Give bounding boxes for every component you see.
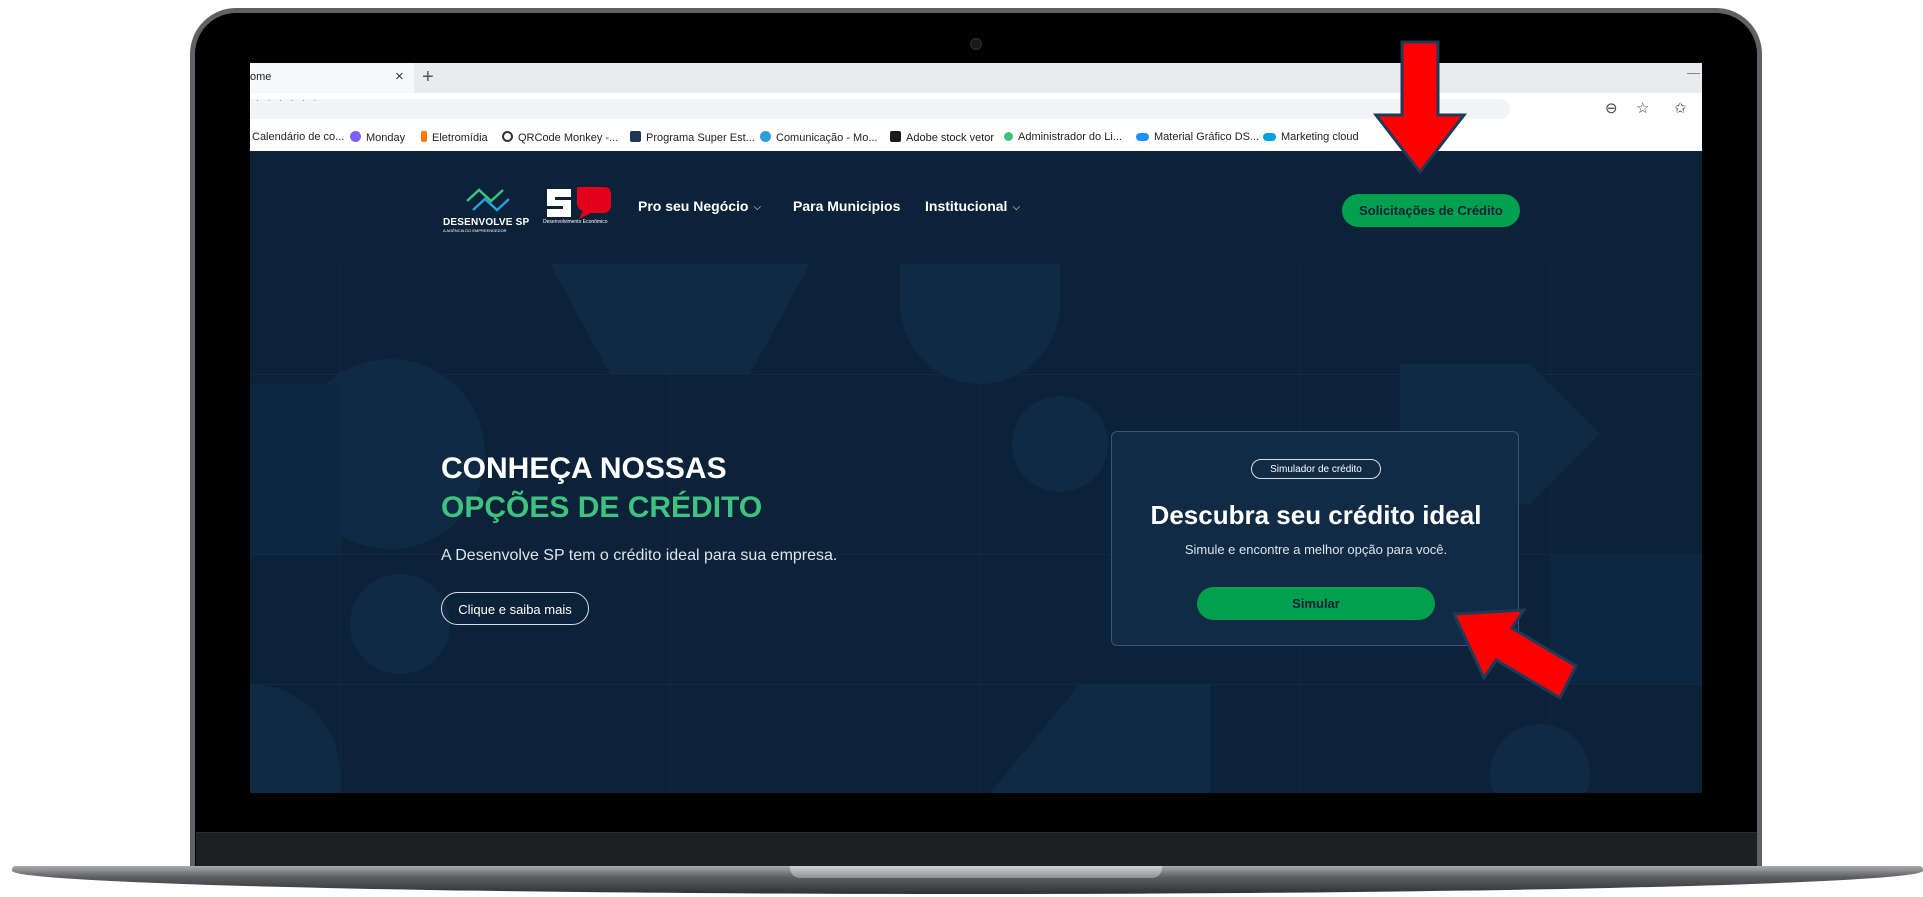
logo-text: DESENVOLVE SP [443, 217, 530, 228]
chevron-down-icon: ⌵ [1012, 202, 1021, 213]
bookmark-qrcode[interactable]: QRCode Monkey -... [502, 131, 618, 144]
minimize-icon[interactable]: — [1687, 65, 1700, 80]
red-arrow-down-icon [1372, 40, 1468, 175]
favorites-list-icon[interactable]: ✩ [1674, 99, 1687, 117]
new-tab-icon[interactable]: + [422, 66, 434, 89]
card-title: Descubra seu crédito ideal [1150, 500, 1482, 530]
bookmark-adobe-stock[interactable]: Adobe stock vetor [890, 131, 994, 144]
address-bar: · · · · · · ⊖ ☆ ✩ [250, 93, 1702, 125]
hero-subtitle: A Desenvolve SP tem o crédito ideal para… [441, 547, 838, 564]
simulator-badge: Simulador de crédito [1251, 459, 1381, 479]
bookmark-calendario[interactable]: Calendário de co... [252, 131, 344, 143]
monday-icon [350, 131, 361, 142]
programa-icon [630, 131, 641, 142]
bookmark-material-grafico[interactable]: Material Gráfico DS... [1136, 131, 1259, 143]
tab-close-icon[interactable]: × [395, 68, 404, 85]
cloud-icon [1136, 133, 1149, 141]
sp-subtitle: Desenvolvimento Econômico [543, 219, 608, 225]
chevron-down-icon: ⌵ [753, 202, 762, 213]
logo-subtitle: A AGÊNCIA DO EMPREENDEDOR [443, 228, 507, 233]
eletromidia-icon [421, 131, 427, 142]
card-text: Simule e encontre a melhor opção para vo… [1184, 542, 1448, 557]
logo-wave-icon [466, 188, 510, 212]
admin-icon [1004, 132, 1013, 141]
clique-saiba-mais-button[interactable]: Clique e saiba mais [441, 592, 589, 625]
nav-institucional[interactable]: Institucional ⌵ [925, 198, 1020, 214]
bookmark-eletromidia[interactable]: Eletromídia [421, 131, 488, 144]
browser-tab[interactable]: ome × [250, 63, 414, 93]
url-text: · · · · · · [256, 95, 320, 105]
url-field[interactable]: · · · · · · [250, 95, 1510, 119]
bookmark-monday[interactable]: Monday [350, 131, 405, 144]
comunicacao-icon [760, 131, 771, 142]
nav-para-municipios[interactable]: Para Municipios [793, 198, 900, 214]
bookmark-administrador[interactable]: Administrador do Li... [1004, 131, 1122, 143]
solicitacoes-credito-button[interactable]: Solicitações de Crédito [1342, 194, 1520, 227]
hero-heading-line1: CONHEÇA NOSSAS [441, 452, 727, 485]
laptop-chin [196, 832, 1757, 867]
simular-button[interactable]: Simular [1197, 587, 1435, 620]
qrcode-icon [502, 131, 513, 142]
nav-pro-seu-negocio[interactable]: Pro seu Negócio ⌵ [638, 198, 761, 214]
sp-governo-logo [547, 187, 611, 219]
site-header: DESENVOLVE SP A AGÊNCIA DO EMPREENDEDOR … [250, 151, 1702, 264]
hero-heading-line2: OPÇÕES DE CRÉDITO [441, 491, 763, 524]
bookmarks-bar: Calendário de co... Monday Eletromídia Q… [250, 125, 1702, 152]
tab-title: ome [250, 71, 272, 83]
browser-tab-bar: ome × + — [250, 63, 1702, 93]
favorite-star-icon[interactable]: ☆ [1636, 99, 1649, 117]
adobe-stock-icon [890, 131, 901, 142]
bookmark-marketing-cloud[interactable]: Marketing cloud [1263, 131, 1359, 143]
webcam-icon [970, 38, 982, 50]
bookmark-comunicacao[interactable]: Comunicação - Mo... [760, 131, 877, 144]
laptop-hinge [790, 866, 1162, 878]
reader-icon[interactable]: ⊖ [1605, 99, 1618, 117]
bookmark-programa[interactable]: Programa Super Est... [630, 131, 755, 144]
salesforce-icon [1263, 133, 1276, 141]
red-arrow-diagonal-icon [1451, 608, 1578, 701]
